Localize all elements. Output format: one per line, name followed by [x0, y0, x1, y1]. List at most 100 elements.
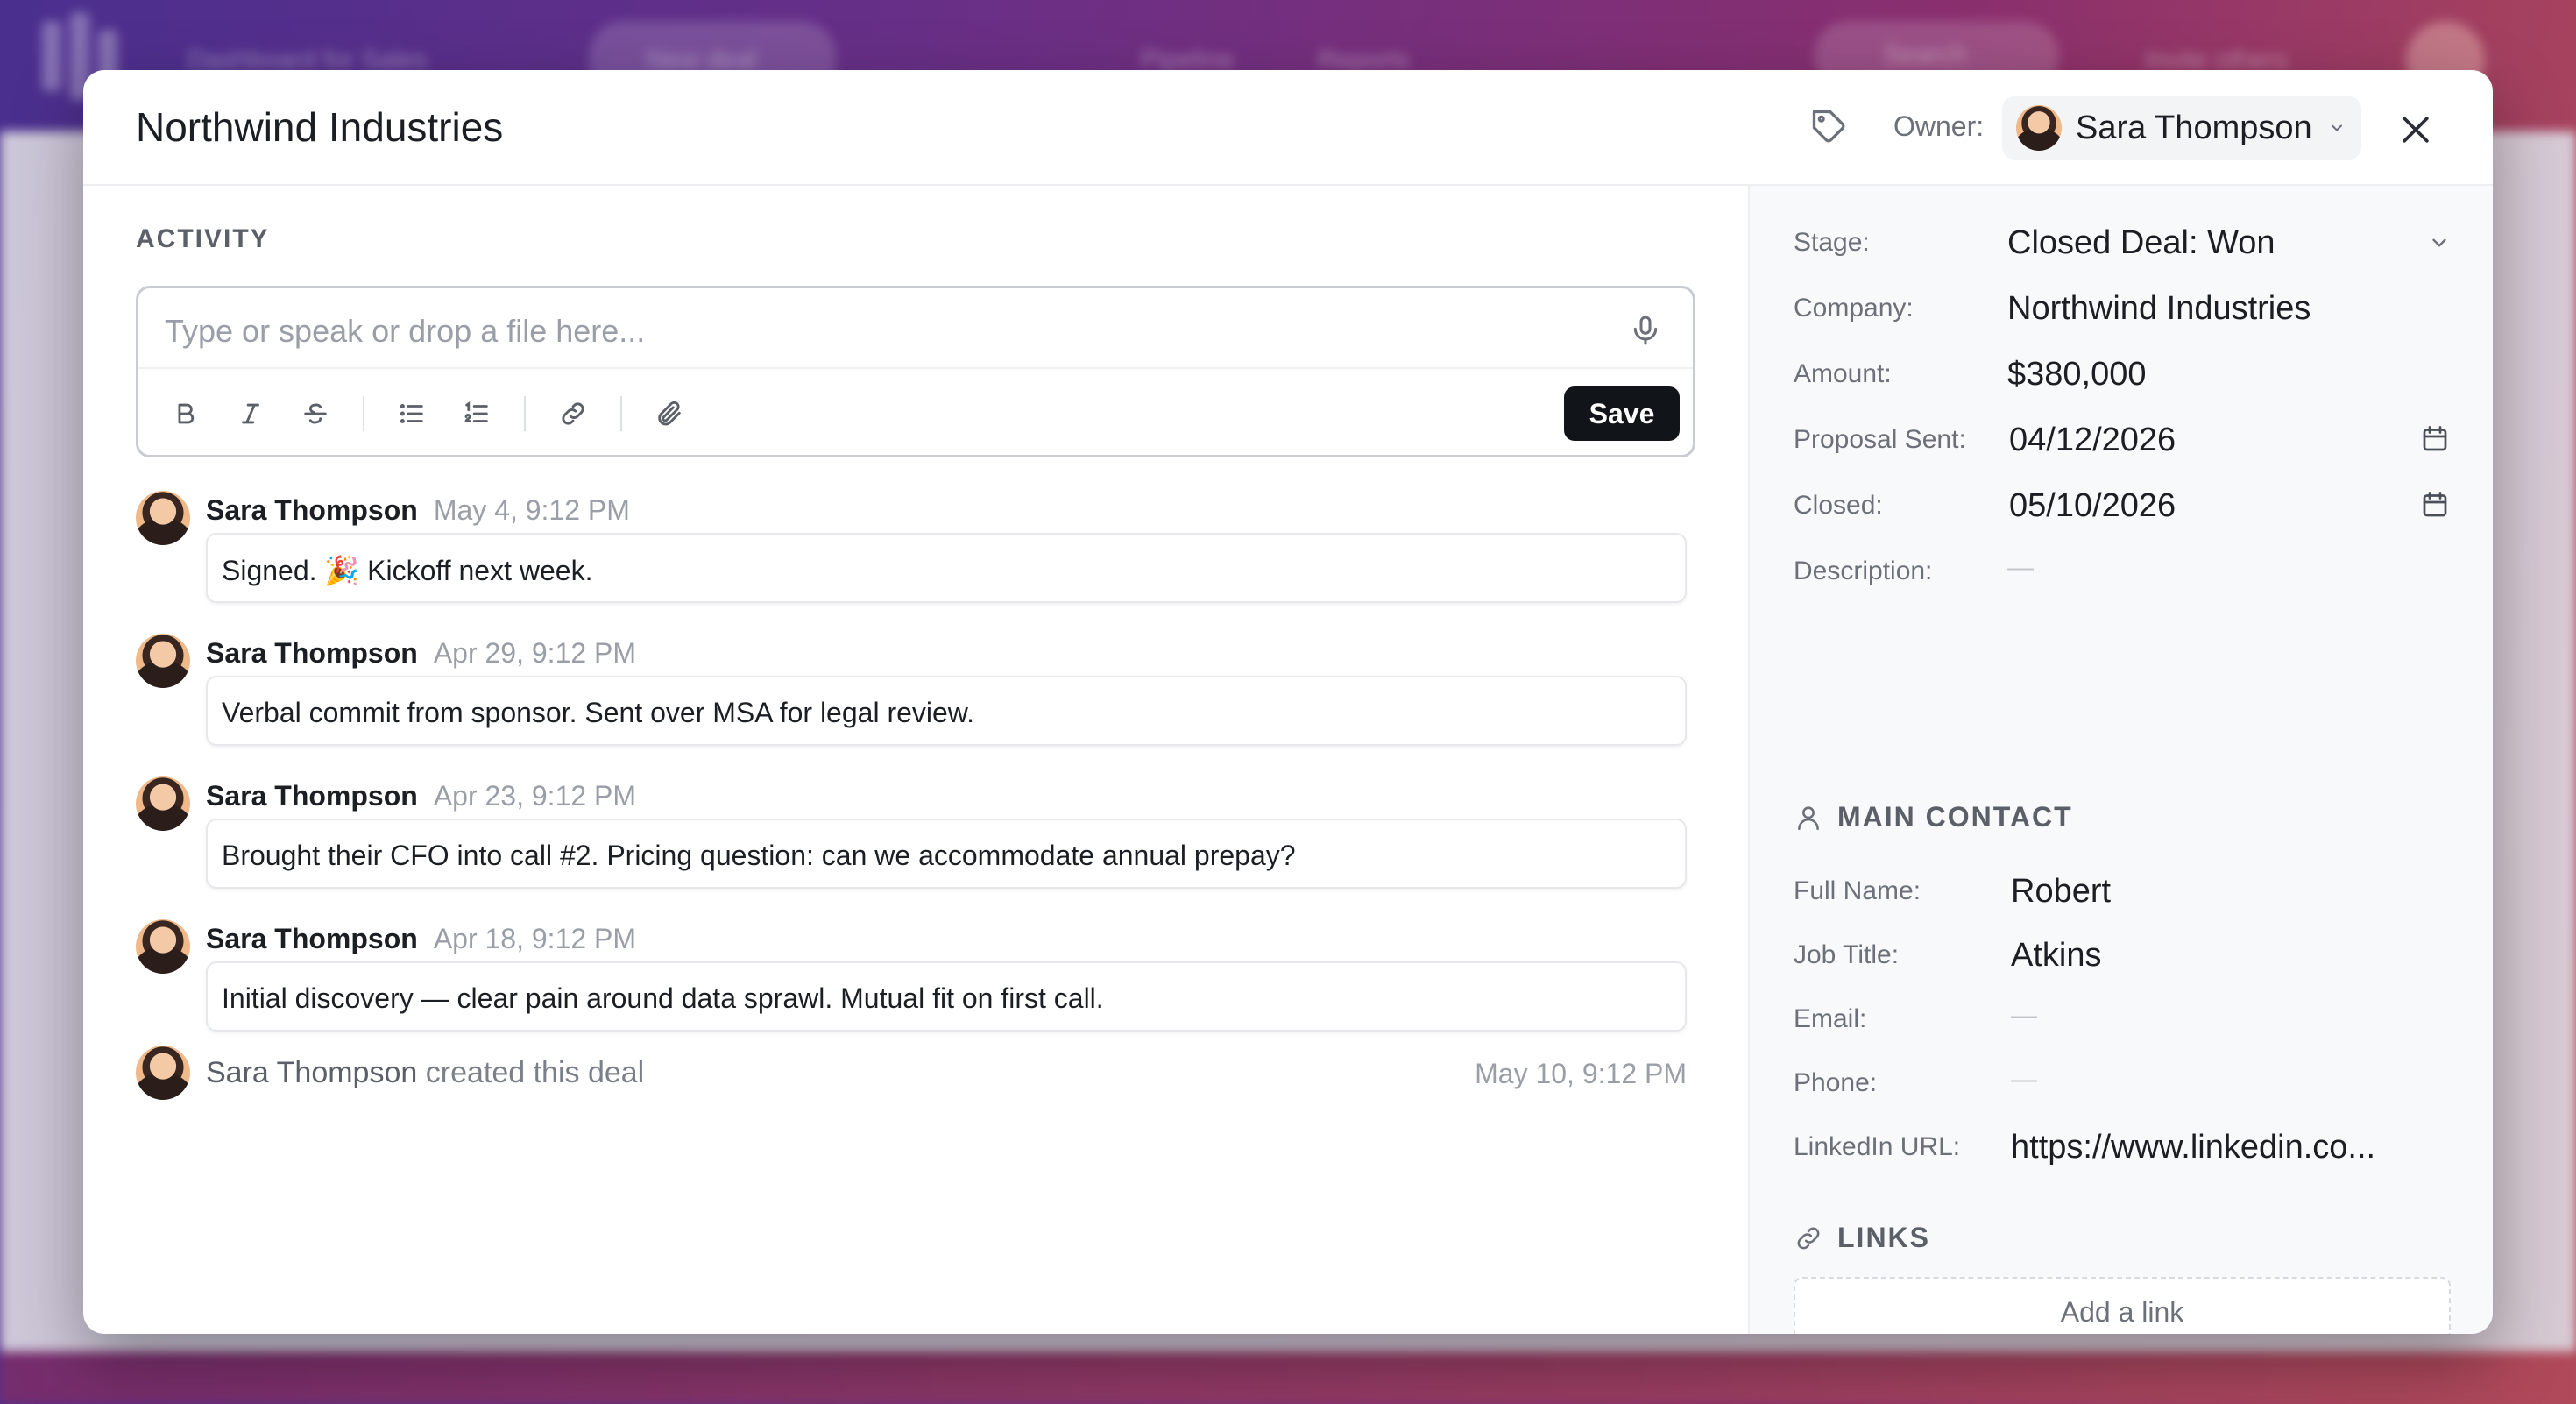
proposal-sent-field[interactable]: Proposal Sent: 04/12/2026: [1794, 418, 2451, 471]
linkedin-label: LinkedIn URL:: [1794, 1132, 1961, 1161]
toolbar-divider: [620, 396, 622, 431]
activity-header: Sara Thompson Apr 29, 9:12 PM: [206, 637, 636, 670]
calendar-icon[interactable]: [2419, 489, 2451, 521]
bold-button[interactable]: [168, 396, 203, 431]
chevron-down-icon: [2432, 238, 2446, 247]
company-label: Company:: [1794, 294, 1914, 323]
created-time: May 10, 9:12 PM: [1475, 1058, 1687, 1089]
closed-value: 05/10/2026: [2009, 487, 2176, 524]
company-value: Northwind Industries: [2007, 290, 2311, 327]
link-icon: [562, 402, 584, 425]
activity-text: Initial discovery — clear pain around da…: [206, 961, 1687, 1032]
background-bottom-bar: [0, 1351, 2576, 1404]
activity-header: Sara Thompson Apr 18, 9:12 PM: [206, 923, 636, 955]
strikethrough-icon: [304, 403, 327, 424]
created-author: Sara Thompson: [206, 1056, 418, 1089]
linkedin-field[interactable]: LinkedIn URL: https://www.linkedin.co...: [1794, 1125, 2451, 1178]
chevron-down-icon: [2331, 124, 2342, 131]
stage-field[interactable]: Stage: Closed Deal: Won: [1794, 221, 2451, 273]
activity-item: Sara Thompson Apr 18, 9:12 PM Initial dis…: [136, 919, 1704, 1046]
toolbar-divider: [363, 396, 364, 431]
proposal-sent-label: Proposal Sent:: [1794, 425, 1966, 454]
activity-author: Sara Thompson: [206, 780, 418, 812]
activity-author: Sara Thompson: [206, 923, 418, 954]
deal-modal: Northwind Industries Owner: Sara Thompso…: [83, 70, 2493, 1334]
full-name-value: Robert: [2011, 873, 2112, 910]
job-title-label: Job Title:: [1794, 940, 1900, 969]
italic-icon: [242, 403, 259, 424]
activity-header: Sara Thompson May 4, 9:12 PM: [206, 494, 630, 527]
proposal-sent-value: 04/12/2026: [2009, 422, 2176, 458]
avatar: [136, 776, 190, 831]
activity-input[interactable]: [165, 309, 1584, 353]
composer-divider: [138, 367, 1693, 369]
save-button[interactable]: Save: [1564, 386, 1680, 441]
modal-title: Northwind Industries: [136, 104, 504, 150]
activity-composer: Save: [136, 286, 1695, 457]
activity-text: Signed. 🎉 Kickoff next week.: [206, 533, 1687, 603]
activity-item: Sara Thompson Apr 23, 9:12 PM Brought the…: [136, 776, 1704, 919]
phone-field[interactable]: Phone: —: [1794, 1061, 2451, 1114]
job-title-value: Atkins: [2011, 937, 2102, 974]
owner-select[interactable]: Sara Thompson: [2002, 96, 2361, 160]
activity-text: Verbal commit from sponsor. Sent over MS…: [206, 676, 1687, 746]
add-link-button[interactable]: Add a link: [1794, 1277, 2451, 1334]
formatting-toolbar: [168, 392, 717, 436]
linkedin-value: https://www.linkedin.co...: [2011, 1129, 2376, 1166]
bullet-list-button[interactable]: [394, 396, 429, 431]
activity-author: Sara Thompson: [206, 637, 418, 669]
description-value: —: [2007, 553, 2034, 582]
italic-button[interactable]: [233, 396, 268, 431]
description-field[interactable]: Description: —: [1794, 550, 2451, 602]
activity-heading: ACTIVITY: [136, 224, 270, 253]
job-title-field[interactable]: Job Title: Atkins: [1794, 933, 2451, 986]
links-label: LINKS: [1837, 1222, 1930, 1253]
created-text: Sara Thompson created this deal: [206, 1056, 644, 1090]
activity-time: Apr 23, 9:12 PM: [433, 780, 637, 812]
activity-text: Brought their CFO into call #2. Pricing …: [206, 819, 1687, 889]
stage-value: Closed Deal: Won: [2007, 224, 2275, 261]
activity-header: Sara Thompson Apr 23, 9:12 PM: [206, 780, 636, 812]
calendar-icon[interactable]: [2419, 423, 2451, 455]
link-icon: [1797, 1227, 1820, 1249]
avatar: [136, 634, 190, 688]
amount-label: Amount:: [1794, 359, 1892, 388]
stage-label: Stage:: [1794, 228, 1870, 257]
details-panel: Stage: Closed Deal: Won Company: Northwi…: [1748, 186, 2493, 1334]
main-contact-label: MAIN CONTACT: [1837, 801, 2073, 833]
email-field[interactable]: Email: —: [1794, 997, 2451, 1050]
avatar: [136, 1046, 190, 1100]
description-label: Description:: [1794, 557, 1933, 585]
activity-item: Sara Thompson Apr 29, 9:12 PM Verbal comm…: [136, 634, 1704, 776]
amount-field[interactable]: Amount: $380,000: [1794, 352, 2451, 405]
link-button[interactable]: [556, 396, 591, 431]
owner-name: Sara Thompson: [2076, 109, 2312, 146]
created-event: Sara Thompson created this deal May 10, …: [136, 1046, 1704, 1107]
activity-time: Apr 29, 9:12 PM: [433, 637, 637, 669]
activity-item: Sara Thompson May 4, 9:12 PM Signed. 🎉 Ki…: [136, 491, 1704, 634]
phone-label: Phone:: [1794, 1068, 1878, 1097]
attach-button[interactable]: [652, 396, 687, 431]
microphone-icon[interactable]: [1628, 311, 1663, 350]
activity-time: Apr 18, 9:12 PM: [433, 923, 637, 954]
closed-label: Closed:: [1794, 491, 1883, 520]
closed-field[interactable]: Closed: 05/10/2026: [1794, 484, 2451, 536]
avatar: [136, 919, 190, 974]
activity-time: May 4, 9:12 PM: [433, 494, 630, 526]
strikethrough-button[interactable]: [298, 396, 333, 431]
activity-author: Sara Thompson: [206, 494, 418, 526]
company-field[interactable]: Company: Northwind Industries: [1794, 287, 2451, 339]
main-contact-heading: MAIN CONTACT: [1794, 801, 2073, 833]
numbered-list-button[interactable]: [459, 396, 494, 431]
close-icon[interactable]: [2396, 110, 2435, 149]
email-label: Email:: [1794, 1004, 1867, 1033]
full-name-field[interactable]: Full Name: Robert: [1794, 869, 2451, 922]
owner-avatar: [2016, 105, 2062, 151]
tag-icon[interactable]: [1809, 107, 1848, 145]
search-label: Search: [1884, 40, 1968, 69]
amount-value: $380,000: [2007, 356, 2147, 393]
email-value: —: [2011, 1001, 2037, 1030]
numbered-list-icon: [464, 401, 488, 422]
activity-list: Sara Thompson May 4, 9:12 PM Signed. 🎉 Ki…: [136, 491, 1704, 1107]
paperclip-icon: [658, 401, 681, 426]
